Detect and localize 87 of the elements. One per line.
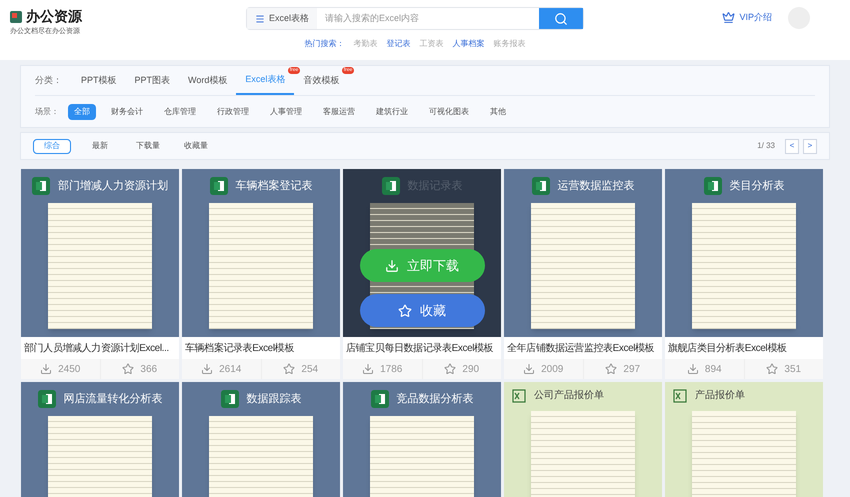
star-icon[interactable] <box>283 363 296 375</box>
sort-tab[interactable]: 最新 <box>81 138 119 154</box>
scene-filter[interactable]: 人事管理 <box>264 104 308 120</box>
scene-filter[interactable]: 其他 <box>484 104 512 120</box>
scene-filter[interactable]: 可视化图表 <box>423 104 475 120</box>
thumbnail-title: 网店流量转化分析表 <box>64 392 162 407</box>
favorite-count: 351 <box>784 362 802 376</box>
spreadsheet-icon <box>220 390 238 408</box>
template-card[interactable]: 车辆档案登记表 车辆档案记录表Excel模板 2614 254 <box>182 169 340 379</box>
card-title[interactable]: 车辆档案记录表Excel模板 <box>185 340 294 356</box>
star-icon[interactable] <box>122 363 134 375</box>
spreadsheet-icon <box>704 177 722 195</box>
thumbnail-title: 数据跟踪表 <box>246 392 302 407</box>
template-card[interactable]: 公司产品报价单 <box>504 382 662 497</box>
template-card[interactable]: 产品报价单 <box>665 382 823 497</box>
download-count: 2009 <box>541 362 564 376</box>
card-title[interactable]: 全年店铺数据运营监控表Excel模板 <box>507 340 654 356</box>
scene-filter[interactable]: 财务会计 <box>105 104 149 120</box>
download-icon <box>385 258 399 272</box>
thumbnail-title: 车辆档案登记表 <box>236 178 312 194</box>
download-icon[interactable] <box>686 363 699 375</box>
spreadsheet-icon <box>382 177 400 195</box>
download-count: 2614 <box>219 362 242 376</box>
template-card[interactable]: 类目分析表 旗舰店类目分析表Excel模板 894 351 <box>665 169 823 379</box>
star-icon[interactable] <box>444 363 456 375</box>
favorite-count: 297 <box>623 362 640 376</box>
spreadsheet-icon <box>370 390 388 408</box>
thumbnail-title: 公司产品报价单 <box>534 388 604 403</box>
page-indicator: 1/ 33 <box>757 140 775 152</box>
favorite-count: 366 <box>140 362 158 376</box>
scene-filter[interactable]: 建筑行业 <box>370 104 414 120</box>
scene-label: 场景： <box>35 106 59 118</box>
scene-filter[interactable]: 仓库管理 <box>158 104 202 120</box>
logo-icon <box>10 10 22 22</box>
menu-icon <box>255 14 265 24</box>
hot-search-link[interactable]: 登记表 <box>386 38 410 50</box>
thumbnail-title: 类目分析表 <box>730 178 784 194</box>
download-icon[interactable] <box>201 363 214 375</box>
star-icon[interactable] <box>766 363 778 375</box>
thumbnail-title: 产品报价单 <box>695 388 745 403</box>
search-button[interactable] <box>539 8 583 29</box>
crown-icon <box>722 11 736 24</box>
search-field[interactable]: Excel表格 请输入搜索的Excel内容 <box>246 7 584 30</box>
site-logo[interactable]: 办公资源 <box>26 6 82 27</box>
download-icon[interactable] <box>523 363 536 375</box>
spreadsheet-icon <box>32 177 50 195</box>
hot-search-link[interactable]: 人事档案 <box>452 38 484 50</box>
thumbnail-title: 竞品数据分析表 <box>396 392 474 407</box>
vip-link[interactable]: VIP介绍 <box>722 11 772 24</box>
category-tab[interactable]: Word模板 <box>179 66 236 95</box>
template-card[interactable]: 网店流量转化分析表 <box>21 382 179 497</box>
card-title[interactable]: 店铺宝贝每日数据记录表Excel模板 <box>346 340 494 356</box>
sort-tab[interactable]: 收藏量 <box>177 138 215 154</box>
download-count: 1786 <box>380 362 402 376</box>
thumbnail-title: 运营数据监控表 <box>558 178 634 194</box>
template-card[interactable]: 数据跟踪表 <box>182 382 340 497</box>
card-title[interactable]: 部门人员增减人力资源计划Excel... <box>24 340 169 356</box>
template-card[interactable]: 运营数据监控表 全年店铺数据运营监控表Excel模板 2009 297 <box>504 169 662 379</box>
favorite-count: 254 <box>301 362 318 376</box>
spreadsheet-icon <box>512 388 526 402</box>
category-tab[interactable]: PPT模板 <box>72 66 126 95</box>
prev-page-button[interactable]: < <box>785 138 799 154</box>
download-count: 2450 <box>58 362 80 376</box>
star-icon <box>398 304 412 318</box>
template-card[interactable]: 部门增减人力资源计划 部门人员增减人力资源计划Excel... 2450 366 <box>21 169 179 379</box>
download-icon[interactable] <box>362 363 374 375</box>
thumbnail-title: 部门增减人力资源计划 <box>58 178 168 194</box>
download-count: 894 <box>704 362 722 376</box>
star-icon[interactable] <box>605 363 618 375</box>
spreadsheet-icon <box>532 177 550 195</box>
card-title[interactable]: 旗舰店类目分析表Excel模板 <box>668 340 786 356</box>
spreadsheet-icon <box>38 390 56 408</box>
category-dropdown[interactable]: Excel表格 <box>247 8 318 29</box>
spreadsheet-icon <box>210 177 228 195</box>
scene-filter[interactable]: 行政管理 <box>211 104 255 120</box>
scene-filter[interactable]: 客服运营 <box>317 104 361 120</box>
category-label: 分类： <box>35 74 62 87</box>
category-tab[interactable]: PPT图表 <box>126 66 180 95</box>
search-icon <box>554 12 568 26</box>
favorite-count: 290 <box>462 362 480 376</box>
hot-search-label: 热门搜索： <box>304 38 344 50</box>
template-card[interactable]: 竞品数据分析表 <box>343 382 501 497</box>
next-page-button[interactable]: > <box>803 138 817 154</box>
favorite-button[interactable]: 收藏 <box>360 294 484 327</box>
download-icon[interactable] <box>40 363 52 375</box>
spreadsheet-icon <box>673 388 687 402</box>
sort-tab[interactable]: 下载量 <box>129 138 167 154</box>
